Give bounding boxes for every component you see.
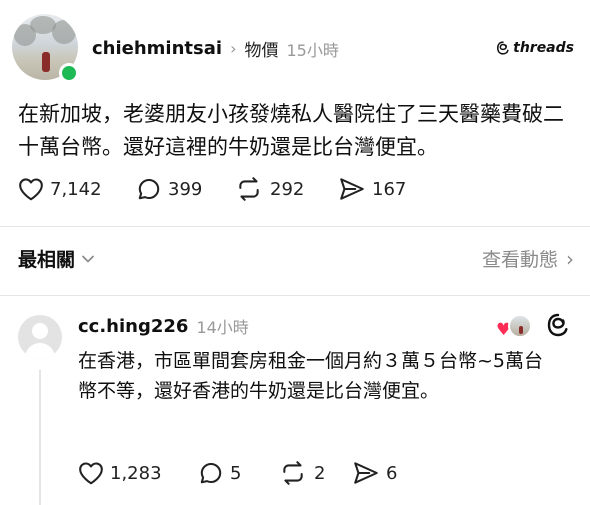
view-activity-link[interactable]: 查看動態 › — [482, 245, 574, 272]
reply-actions: 1,283 5 2 6 — [78, 460, 397, 486]
reply-username[interactable]: cc.hing226 — [78, 316, 188, 337]
activity-label: 查看動態 — [481, 249, 558, 271]
sort-dropdown[interactable]: 最相關 — [18, 245, 95, 272]
repost-icon — [239, 177, 259, 201]
topic-tag[interactable]: 物價 — [244, 36, 278, 61]
send-icon — [340, 178, 364, 200]
post-body: 在新加坡，老婆朋友小孩發燒私人醫院住了三天醫藥費破二十萬台幣。還好這裡的牛奶還是… — [18, 102, 564, 159]
repost-button[interactable]: 2 — [278, 460, 328, 486]
thread-line — [39, 370, 41, 505]
comment-button[interactable]: 399 — [136, 176, 212, 202]
send-icon — [354, 462, 378, 484]
comment-button[interactable]: 5 — [198, 460, 244, 486]
like-count: 1,283 — [110, 462, 162, 484]
comment-icon — [138, 178, 160, 200]
heart-icon — [79, 462, 103, 485]
threads-logo-text: threads — [513, 40, 574, 56]
threads-icon — [497, 41, 509, 55]
share-count: 6 — [386, 462, 398, 484]
repost-count: 2 — [314, 462, 326, 484]
online-status-dot — [59, 63, 79, 83]
heart-icon — [19, 178, 43, 201]
reply-time: 14小時 — [196, 318, 249, 337]
threads-icon[interactable] — [546, 313, 570, 341]
repost-button[interactable]: 292 — [234, 176, 320, 202]
post-actions: 7,142 399 292 167 — [18, 176, 406, 202]
comment-count: 5 — [230, 462, 242, 484]
repost-count: 292 — [270, 178, 305, 200]
post-header: chiehmintsai › 物價 15小時 — [92, 36, 339, 61]
chevron-down-icon — [81, 254, 95, 263]
share-button[interactable]: 6 — [352, 460, 397, 486]
sort-label: 最相關 — [18, 249, 76, 271]
share-button[interactable]: 167 — [338, 176, 406, 202]
author-username[interactable]: chiehmintsai — [92, 38, 222, 59]
author-liked-indicator: ♥ — [496, 314, 536, 340]
like-count: 7,142 — [50, 178, 102, 200]
comment-icon — [200, 462, 222, 484]
reply-avatar[interactable] — [18, 315, 62, 359]
comment-count: 399 — [168, 178, 203, 200]
like-button[interactable]: 7,142 — [18, 177, 118, 201]
repost-icon — [283, 461, 303, 485]
section-divider — [0, 295, 590, 296]
chevron-right-icon: › — [566, 246, 574, 271]
chevron-right-icon: › — [230, 39, 237, 58]
reply-body: 在香港，市區單間套房租金一個月約３萬５台幣~5萬台幣不等，還好香港的牛奶還是比台… — [78, 350, 544, 402]
section-divider — [0, 226, 590, 227]
author-mini-avatar — [508, 314, 532, 338]
post-time: 15小時 — [286, 40, 339, 60]
like-button[interactable]: 1,283 — [78, 461, 170, 485]
reply-header: cc.hing226 14小時 — [78, 314, 249, 338]
threads-logo[interactable]: threads — [496, 40, 574, 56]
share-count: 167 — [372, 178, 407, 200]
